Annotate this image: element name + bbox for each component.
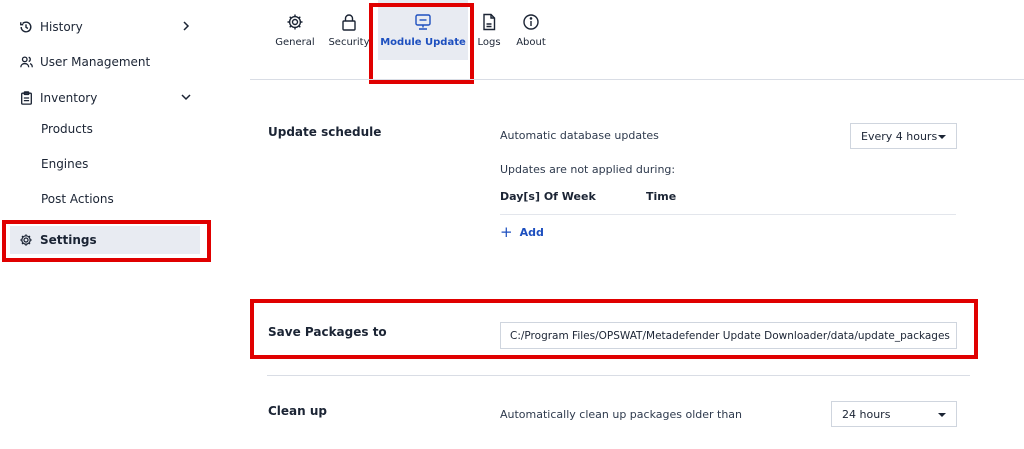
- highlight-box-save-packages: [250, 299, 978, 359]
- auto-updates-value: Every 4 hours: [861, 129, 938, 143]
- sidebar-item-label: Products: [41, 122, 93, 136]
- tab-security[interactable]: Security: [326, 0, 372, 60]
- sidebar-item-label: Post Actions: [41, 192, 114, 206]
- highlight-box-module-update: [369, 3, 474, 84]
- lock-icon: [342, 13, 356, 31]
- clean-up-label: Automatically clean up packages older th…: [500, 408, 743, 421]
- sidebar-item-user-management[interactable]: User Management: [10, 48, 200, 76]
- tab-logs[interactable]: Logs: [474, 0, 504, 60]
- sidebar-item-inventory[interactable]: Inventory: [10, 84, 200, 112]
- column-header-days: Day[s] Of Week: [500, 190, 596, 203]
- clean-up-title: Clean up: [268, 404, 328, 418]
- not-applied-label: Updates are not applied during:: [500, 163, 676, 176]
- tab-label: About: [516, 36, 546, 48]
- tab-general[interactable]: General: [270, 0, 320, 60]
- add-button[interactable]: + Add: [500, 224, 544, 240]
- tab-label: Security: [328, 36, 370, 48]
- gear-icon: [287, 14, 303, 29]
- sidebar-item-label: History: [40, 20, 83, 34]
- auto-updates-select[interactable]: Every 4 hours: [850, 123, 957, 149]
- history-icon: [18, 19, 34, 35]
- clean-up-select[interactable]: 24 hours: [831, 401, 957, 427]
- caret-down-icon: [938, 135, 946, 139]
- app-root: History User Management Inventory Produc…: [0, 0, 1024, 449]
- sidebar: History User Management Inventory Produc…: [0, 0, 215, 449]
- tab-divider: [250, 79, 1024, 80]
- sidebar-item-label: Engines: [41, 157, 89, 171]
- highlight-box-settings: [2, 220, 211, 262]
- update-schedule-title: Update schedule: [268, 125, 382, 139]
- auto-updates-label: Automatic database updates: [500, 129, 659, 142]
- add-button-label: Add: [519, 225, 544, 239]
- sidebar-item-label: User Management: [40, 55, 151, 69]
- document-icon: [483, 13, 496, 30]
- tab-about[interactable]: About: [512, 0, 550, 60]
- chevron-right-icon: [180, 20, 192, 32]
- tab-label: General: [275, 36, 315, 48]
- sidebar-item-post-actions[interactable]: Post Actions: [10, 185, 200, 213]
- plus-icon: +: [500, 222, 513, 241]
- tab-label: Logs: [477, 36, 501, 48]
- section-divider: [267, 375, 970, 376]
- info-icon: [523, 13, 539, 30]
- column-header-time: Time: [646, 190, 677, 203]
- clean-up-value: 24 hours: [842, 407, 891, 421]
- users-icon: [18, 54, 34, 70]
- caret-down-icon: [938, 413, 946, 417]
- sidebar-item-history[interactable]: History: [10, 13, 200, 41]
- table-divider: [500, 214, 956, 215]
- chevron-down-icon: [180, 91, 192, 103]
- sidebar-item-label: Inventory: [40, 91, 98, 105]
- clipboard-icon: [18, 90, 34, 106]
- sidebar-item-products[interactable]: Products: [10, 115, 200, 143]
- sidebar-item-engines[interactable]: Engines: [10, 150, 200, 178]
